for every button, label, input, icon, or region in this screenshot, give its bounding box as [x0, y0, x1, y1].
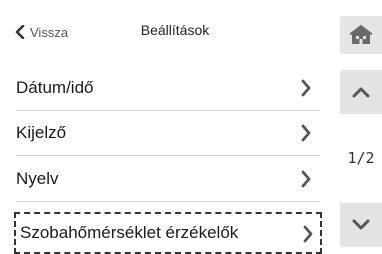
page-scroller: 1/2: [330, 64, 382, 253]
page-indicator: 1/2: [347, 149, 375, 167]
menu-item-label: Nyelv: [16, 169, 59, 188]
header-bar: Vissza Beállítások: [0, 0, 382, 56]
menu-item-display[interactable]: Kijelző: [16, 111, 320, 155]
menu-item-label: Szobahőmérséklet érzékelők: [20, 223, 239, 242]
chevron-right-icon: [303, 225, 313, 243]
page-title: Beállítások: [140, 22, 210, 38]
divider: [16, 155, 320, 156]
menu-item-label: Kijelző: [16, 123, 67, 142]
home-icon: [350, 25, 372, 44]
divider: [16, 201, 320, 202]
menu-item-language[interactable]: Nyelv: [16, 157, 320, 201]
menu-item-label: Dátum/idő: [16, 78, 94, 97]
chevron-right-icon: [301, 124, 311, 142]
chevron-down-icon: [352, 219, 370, 230]
home-button[interactable]: [340, 16, 382, 54]
page-up-button[interactable]: [340, 70, 382, 114]
chevron-right-icon: [301, 79, 311, 97]
chevron-right-icon: [301, 170, 311, 188]
page-down-button[interactable]: [340, 203, 382, 247]
menu-item-room-temperature-sensors[interactable]: Szobahőmérséklet érzékelők: [14, 212, 322, 254]
menu-item-datetime[interactable]: Dátum/idő: [16, 66, 320, 110]
chevron-up-icon: [352, 87, 370, 98]
